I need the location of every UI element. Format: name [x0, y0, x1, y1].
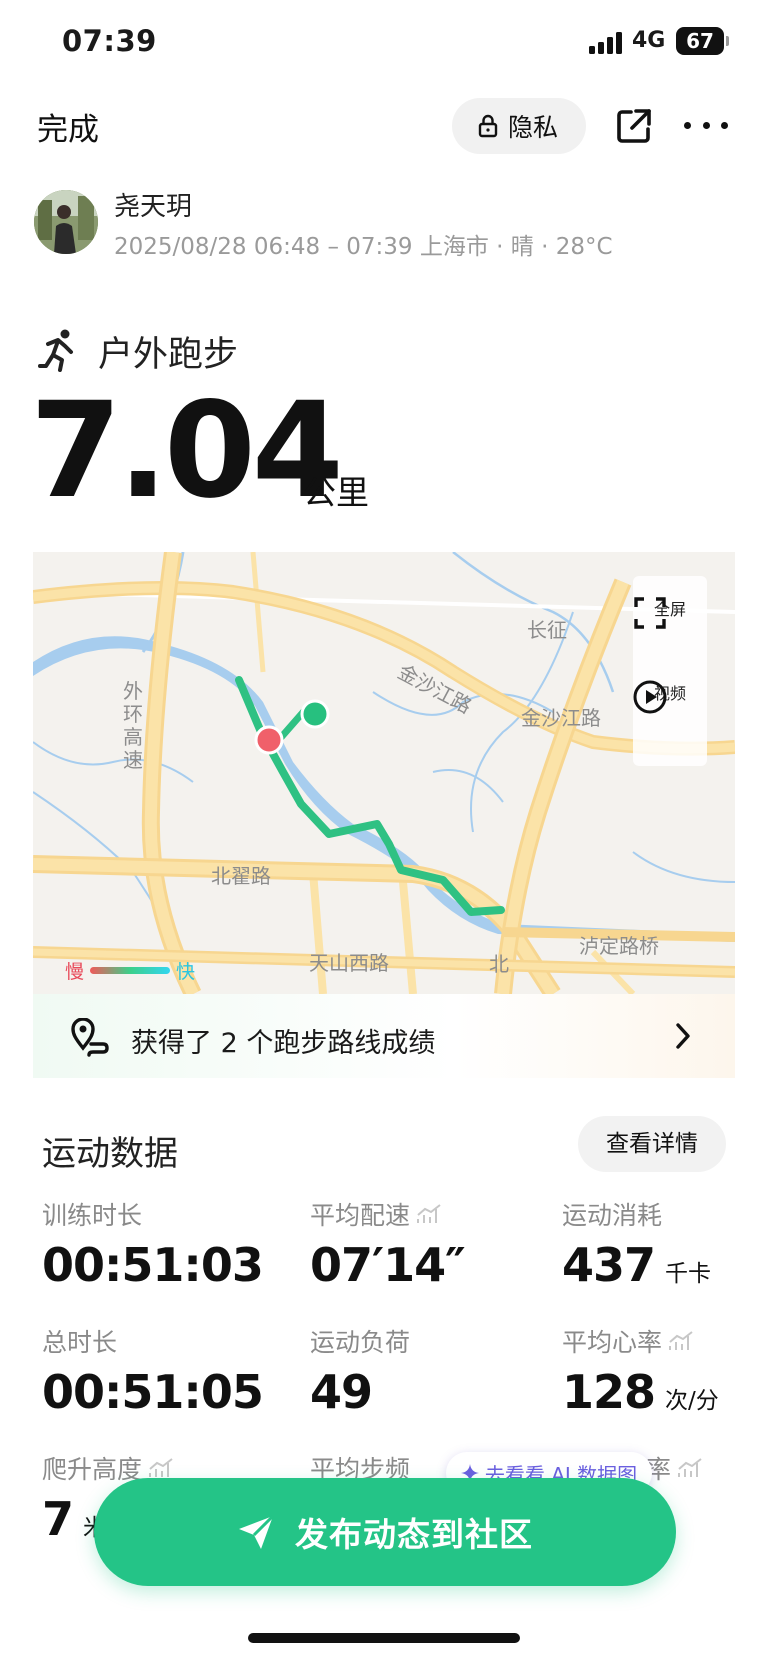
privacy-label: 隐私 [508, 113, 559, 142]
distance-value: 7.04 [30, 374, 344, 528]
stat-avg-pace[interactable]: 平均配速 07′14″ [310, 1196, 466, 1292]
map-label-bei: 北 [489, 952, 509, 976]
lock-icon [478, 114, 498, 138]
stat-value: 00:51:05 [42, 1365, 264, 1419]
view-details-button[interactable]: 查看详情 [578, 1116, 726, 1172]
publish-to-community-button[interactable]: 发布动态到社区 [94, 1478, 676, 1586]
stat-label: 运动负荷 [310, 1328, 411, 1357]
route-start-marker [254, 725, 284, 755]
chart-icon [417, 1204, 441, 1223]
legend-slow: 慢 [65, 961, 85, 983]
chevron-right-icon [676, 1023, 690, 1049]
stat-value: 7 [42, 1492, 74, 1546]
stat-rate-partial[interactable]: 率 [646, 1450, 703, 1486]
stat-label: 总时长 [42, 1328, 118, 1357]
send-icon [239, 1514, 275, 1549]
stat-training-load: 运动负荷 49 [310, 1323, 410, 1419]
user-name: 尧天玥 [114, 192, 193, 222]
publish-label: 发布动态到社区 [295, 1515, 533, 1554]
map-label-outer-ring: 外环高速 [123, 679, 143, 772]
avatar[interactable] [34, 190, 98, 254]
stat-training-duration: 训练时长 00:51:03 [42, 1196, 264, 1292]
stat-label: 训练时长 [42, 1201, 143, 1230]
stat-label: 爬升高度 [42, 1455, 143, 1484]
share-icon[interactable] [614, 106, 654, 146]
route-pin-icon [71, 1018, 109, 1057]
fullscreen-icon [634, 597, 666, 629]
stat-value: 49 [310, 1365, 373, 1419]
stat-value: 07′14″ [310, 1238, 466, 1292]
route-achievement-row[interactable]: 获得了 2 个跑步路线成绩 [33, 994, 735, 1078]
map-label-luding-bridge: 泸定路桥 [579, 934, 659, 958]
stat-label: 平均配速 [310, 1201, 411, 1230]
stat-value: 128 [562, 1365, 656, 1419]
home-indicator[interactable] [248, 1633, 520, 1643]
map-controls: 全屏 视频 [633, 576, 707, 766]
map-label-changzheng: 长征 [527, 618, 567, 642]
stat-value: 00:51:03 [42, 1238, 264, 1292]
map-label-beizhai: 北翟路 [211, 864, 271, 888]
play-icon [633, 680, 667, 714]
status-bar: 07:39 4G 67 [0, 0, 768, 84]
legend-fast: 快 [176, 961, 196, 983]
map-label-jinshajiang-2: 金沙江路 [521, 706, 601, 730]
map-label-tianshan-west: 天山西路 [309, 951, 389, 975]
signal-icon [589, 32, 625, 54]
workout-type: 户外跑步 [98, 335, 239, 375]
stats-title: 运动数据 [42, 1134, 178, 1174]
status-time: 07:39 [62, 24, 157, 58]
stat-avg-heart-rate[interactable]: 平均心率 128 次/分 [562, 1323, 719, 1419]
stat-value: 437 [562, 1238, 656, 1292]
distance-unit: 公里 [303, 473, 369, 512]
stat-calories: 运动消耗 437 千卡 [562, 1196, 711, 1292]
done-button[interactable]: 完成 [37, 104, 99, 149]
stat-label: 平均心率 [562, 1328, 663, 1357]
stat-unit: 次/分 [665, 1388, 719, 1414]
workout-meta: 2025/08/28 06:48 – 07:39 上海市 · 晴 · 28°C [114, 234, 613, 260]
route-end-marker [300, 699, 330, 729]
chart-icon [678, 1458, 702, 1477]
chart-icon [669, 1331, 693, 1350]
stat-unit: 千卡 [665, 1261, 712, 1287]
video-button[interactable]: 视频 [633, 680, 707, 714]
fullscreen-button[interactable]: 全屏 [633, 596, 707, 629]
map-canvas [33, 552, 735, 994]
network-type: 4G [632, 28, 666, 53]
running-icon [38, 329, 73, 372]
more-icon[interactable] [684, 110, 728, 140]
chart-icon [149, 1458, 173, 1477]
privacy-button[interactable]: 隐私 [452, 98, 586, 154]
battery-icon: 67 [676, 27, 729, 55]
stat-total-duration: 总时长 00:51:05 [42, 1323, 264, 1419]
legend-gradient [90, 967, 171, 974]
pace-legend: 慢 快 [65, 957, 195, 984]
achievement-text: 获得了 2 个跑步路线成绩 [131, 1028, 436, 1059]
route-map[interactable]: 长征 金沙江路 金沙江路 外环高速 北翟路 天山西路 北 泸定路桥 全屏 视频 … [33, 552, 735, 994]
stat-label: 运动消耗 [562, 1201, 663, 1230]
